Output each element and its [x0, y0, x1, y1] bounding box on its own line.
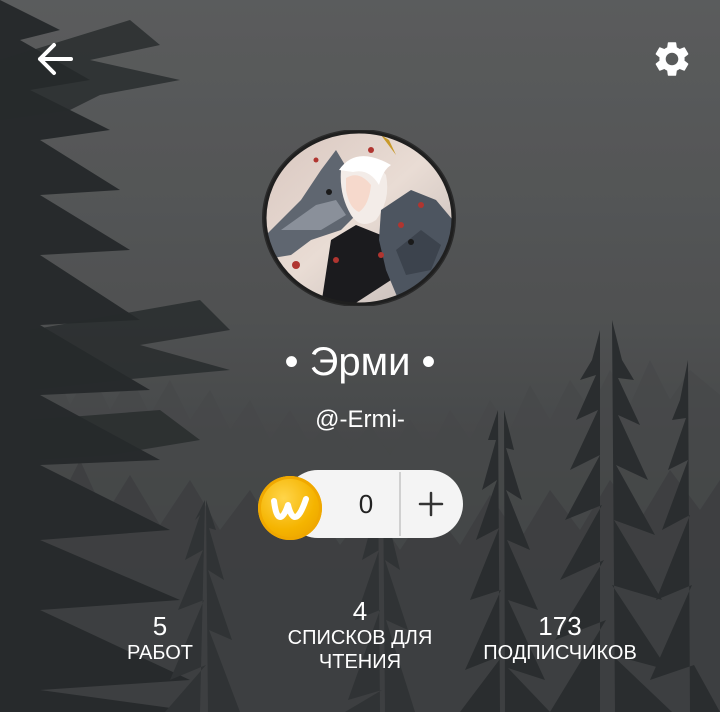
- arrow-left-icon: [38, 43, 73, 75]
- works-count: 5: [152, 611, 168, 641]
- coin-count: 0: [358, 488, 374, 519]
- w-glyph: [271, 496, 309, 520]
- display-name: • Эрми •: [284, 340, 436, 384]
- settings-button[interactable]: [646, 34, 698, 84]
- gear-icon: [655, 42, 689, 76]
- reading-lists-label-line2: ЧТЕНИЯ: [318, 651, 402, 673]
- add-coins-button[interactable]: [401, 470, 461, 538]
- username-handle: @-Ermi-: [315, 406, 405, 433]
- profile-header: • Эрми • @-Ermi- 0 5 РАБОТ 4 СПИСКОВ ДЛЯ…: [0, 0, 720, 712]
- stat-works[interactable]: 5 РАБОТ: [100, 611, 220, 665]
- coin-balance-widget: 0: [258, 468, 463, 540]
- back-button[interactable]: [30, 36, 80, 82]
- avatar[interactable]: [261, 129, 457, 307]
- reading-lists-label-line1: СПИСКОВ ДЛЯ: [287, 627, 433, 649]
- followers-count: 173: [538, 611, 582, 641]
- stat-followers[interactable]: 173 ПОДПИСЧИКОВ: [465, 611, 655, 665]
- followers-label: ПОДПИСЧИКОВ: [483, 642, 637, 664]
- plus-icon: [418, 491, 444, 517]
- wolves-avatar-image: [262, 129, 456, 307]
- stat-reading-lists[interactable]: 4 СПИСКОВ ДЛЯ ЧТЕНИЯ: [262, 596, 458, 674]
- works-label: РАБОТ: [126, 642, 193, 664]
- wattpad-coin-icon: [258, 476, 322, 540]
- reading-lists-count: 4: [352, 596, 368, 626]
